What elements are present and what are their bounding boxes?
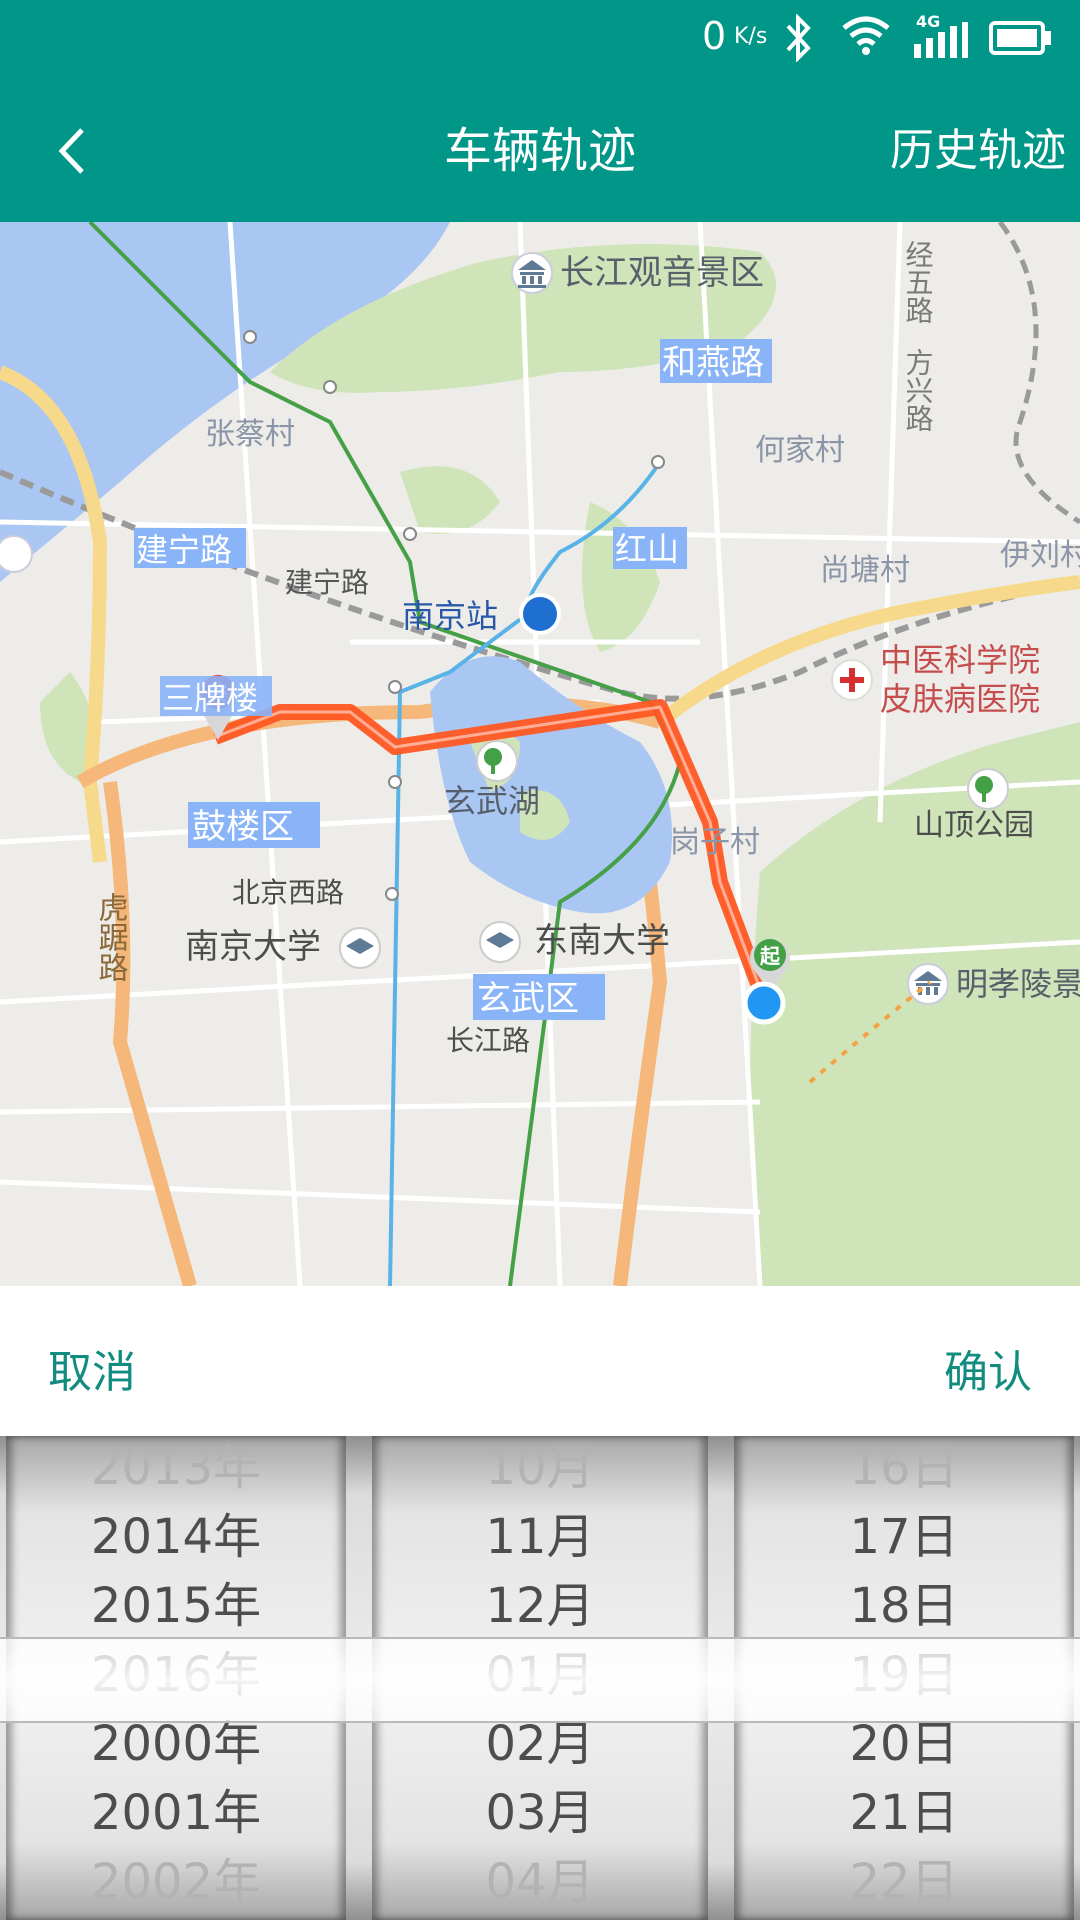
poi-southeast-univ: 东南大学 [534,921,670,961]
month-item[interactable]: 10月 [372,1436,708,1503]
poi-hejia: 何家村 [755,433,845,468]
poi-nanjing-univ: 南京大学 [185,927,321,967]
month-item[interactable]: 02月 [372,1710,708,1779]
railway-2 [997,222,1080,525]
map-view[interactable]: 终 起 [0,222,1080,1286]
year-item[interactable]: 2001年 [6,1779,346,1848]
poi-jingwu-road: 经五路 [902,240,935,324]
poi-sanpailou: 三牌楼 [162,679,258,717]
poi-changjiang-road: 长江路 [446,1024,530,1057]
net-speed-unit: K/s [734,24,768,49]
year-item[interactable]: 2013年 [6,1436,346,1503]
poi-shangtang: 尚塘村 [820,553,910,588]
status-bar: 0 K/s 4G [0,0,1080,80]
confirm-button[interactable]: 确认 [944,1336,1032,1400]
poi-hongshan: 红山 [615,530,679,568]
wifi-icon [842,16,890,55]
year-item-selected[interactable]: 2016年 [6,1641,346,1710]
day-item[interactable]: 20日 [734,1710,1074,1779]
current-location-dot [742,981,786,1025]
day-item-selected[interactable]: 19日 [734,1641,1074,1710]
poi-nanjing-station: 南京站 [402,597,498,635]
year-item[interactable]: 2002年 [6,1848,346,1917]
day-item[interactable]: 21日 [734,1779,1074,1848]
poi-shanding-park: 山顶公园 [914,808,1034,843]
poi-hujv-road: 虎踞路 [93,892,128,982]
month-item-selected[interactable]: 01月 [372,1641,708,1710]
poi-gulou-district: 鼓楼区 [192,807,294,847]
year-wheel[interactable]: 2013年 2014年 2015年 2016年 2000年 2001年 2002… [6,1436,346,1920]
poi-gangzi: 岗子村 [670,825,760,860]
poi-tcm-hospital-1: 中医科学院 [880,641,1040,679]
day-item[interactable]: 22日 [734,1848,1074,1917]
day-item[interactable]: 18日 [734,1572,1074,1641]
poi-jianning-road-tag: 建宁路 [136,531,232,569]
day-item[interactable]: 17日 [734,1503,1074,1572]
day-wheel[interactable]: 16日 17日 18日 19日 20日 21日 22日 [734,1436,1074,1920]
battery-icon [989,21,1051,55]
poi-yiliu: 伊刘村 [1000,538,1080,573]
bluetooth-icon [786,14,811,62]
picker-header: 取消 确认 [0,1286,1080,1436]
year-item[interactable]: 2015年 [6,1572,346,1641]
poi-fangxing-road: 方兴路 [902,348,935,432]
year-item[interactable]: 2014年 [6,1503,346,1572]
cancel-button[interactable]: 取消 [48,1336,136,1400]
poi-beijing-w-road: 北京西路 [232,876,344,909]
poi-xuanwu-district: 玄武区 [477,979,579,1019]
month-item[interactable]: 12月 [372,1572,708,1641]
poi-tcm-hospital-2: 皮肤病医院 [880,680,1040,718]
university-icon [339,921,521,969]
signal-icon [914,22,968,58]
month-item[interactable]: 11月 [372,1503,708,1572]
history-track-button[interactable]: 历史轨迹 [890,120,1066,182]
date-picker: 2013年 2014年 2015年 2016年 2000年 2001年 2002… [0,1436,1080,1920]
app-bar: 车辆轨迹 历史轨迹 [0,80,1080,222]
net-speed: 0 [702,14,727,58]
month-item[interactable]: 04月 [372,1848,708,1917]
month-wheel[interactable]: 10月 11月 12月 01月 02月 03月 04月 [372,1436,708,1920]
poi-mingxiao: 明孝陵景区 [956,965,1080,1003]
poi-heyan-road: 和燕路 [662,343,764,383]
hospital-icon [831,659,873,701]
month-item[interactable]: 03月 [372,1779,708,1848]
station-icon [519,593,561,635]
poi-jianning-road: 建宁路 [285,566,369,599]
svg-text:起: 起 [759,944,781,968]
poi-changjiang-scenic: 长江观音景区 [560,253,764,293]
poi-xuanwu-lake: 玄武湖 [444,782,540,820]
poi-zhangcai: 张蔡村 [205,417,295,452]
year-item[interactable]: 2000年 [6,1710,346,1779]
day-item[interactable]: 16日 [734,1436,1074,1503]
